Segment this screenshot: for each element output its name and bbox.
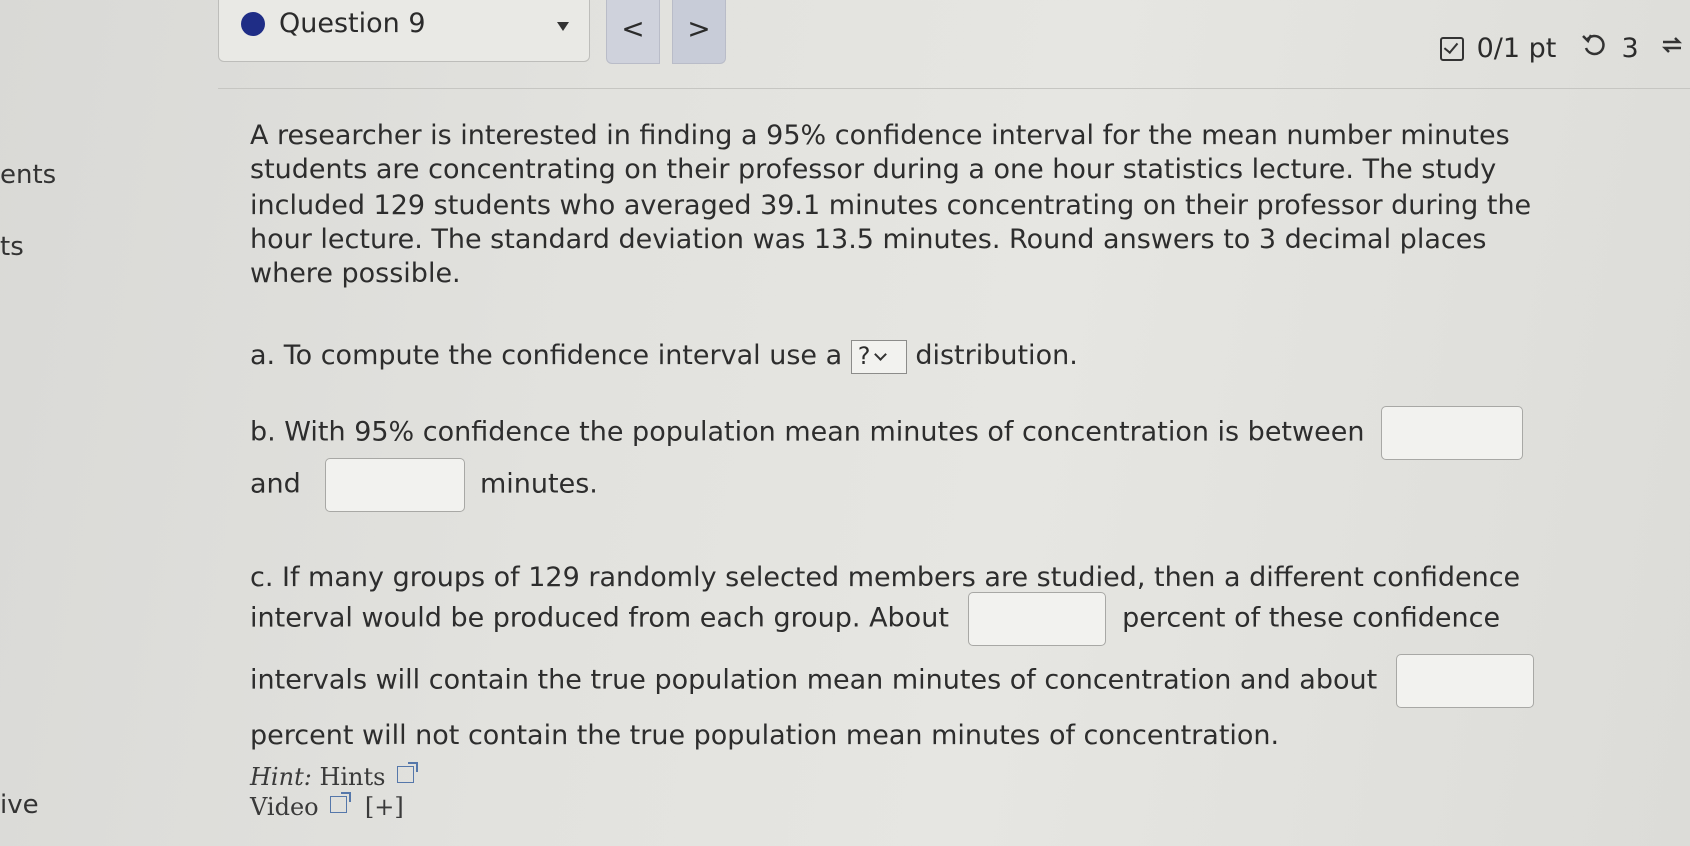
part-c-line3: intervals will contain the true populati…	[250, 654, 1534, 708]
part-b-and: and	[250, 468, 301, 500]
part-c-line4: percent will not contain the true popula…	[250, 720, 1280, 751]
question-status: 0/1 pt 3 9	[1440, 32, 1690, 65]
question-stem-line: A researcher is interested in finding a …	[250, 120, 1510, 151]
part-c-text: interval would be produced from each gro…	[250, 602, 949, 634]
video-link[interactable]: Video	[250, 793, 319, 821]
part-c-line1: c. If many groups of 129 randomly select…	[250, 562, 1521, 593]
sidebar-item-live[interactable]: ive	[0, 790, 39, 820]
video-expand-button[interactable]: [+]	[365, 793, 404, 821]
video-row: Video [+]	[250, 790, 404, 825]
distribution-dropdown[interactable]: ?	[850, 339, 907, 374]
status-dot-icon	[241, 12, 265, 36]
part-b-text: b. With 95% confidence the population me…	[250, 416, 1365, 448]
question-stem-line: where possible.	[250, 258, 461, 289]
attempts-icon	[1659, 32, 1685, 65]
sidebar-item-grades[interactable]: ts	[0, 232, 24, 262]
part-b: b. With 95% confidence the population me…	[250, 406, 1524, 460]
retry-icon	[1581, 32, 1607, 65]
hints-link[interactable]: Hints	[319, 763, 385, 791]
question-selector[interactable]: Question 9	[218, 0, 590, 62]
percent-contain-input[interactable]	[967, 592, 1106, 646]
header-divider	[218, 88, 1690, 89]
question-stem-line: included 129 students who averaged 39.1 …	[250, 190, 1532, 221]
dropdown-value: ?	[857, 341, 871, 370]
part-b-line2: and minutes.	[250, 458, 598, 512]
part-a: a. To compute the confidence interval us…	[250, 338, 1078, 374]
lower-bound-input[interactable]	[1381, 406, 1524, 460]
part-c-text: intervals will contain the true populati…	[250, 664, 1378, 696]
score-text: 0/1 pt	[1476, 33, 1557, 64]
previous-question-button[interactable]: <	[606, 0, 660, 64]
external-link-icon	[330, 792, 352, 813]
caret-down-icon	[557, 22, 569, 31]
question-stem-line: hour lecture. The standard deviation was…	[250, 224, 1487, 255]
question-label: Question 9	[279, 8, 426, 39]
part-c-line2: interval would be produced from each gro…	[250, 592, 1500, 646]
part-c-text-after: percent of these confidence	[1122, 602, 1501, 634]
upper-bound-input[interactable]	[325, 458, 466, 512]
hint-label: Hint:	[250, 763, 312, 791]
question-stem-line: students are concentrating on their prof…	[250, 154, 1497, 185]
chevron-down-icon	[874, 347, 888, 361]
part-a-text-after: distribution.	[915, 340, 1078, 371]
part-a-text: a. To compute the confidence interval us…	[250, 340, 843, 371]
part-b-text-after: minutes.	[479, 468, 598, 500]
percent-not-contain-input[interactable]	[1395, 654, 1534, 708]
retries-count: 3	[1621, 33, 1639, 64]
sidebar-item-assignments[interactable]: ents	[0, 160, 56, 190]
next-question-button[interactable]: >	[672, 0, 726, 64]
checkbox-icon	[1440, 36, 1464, 61]
external-link-icon	[397, 762, 419, 783]
question-header: Question 9 < > 0/1 pt 3 9	[0, 0, 1690, 68]
